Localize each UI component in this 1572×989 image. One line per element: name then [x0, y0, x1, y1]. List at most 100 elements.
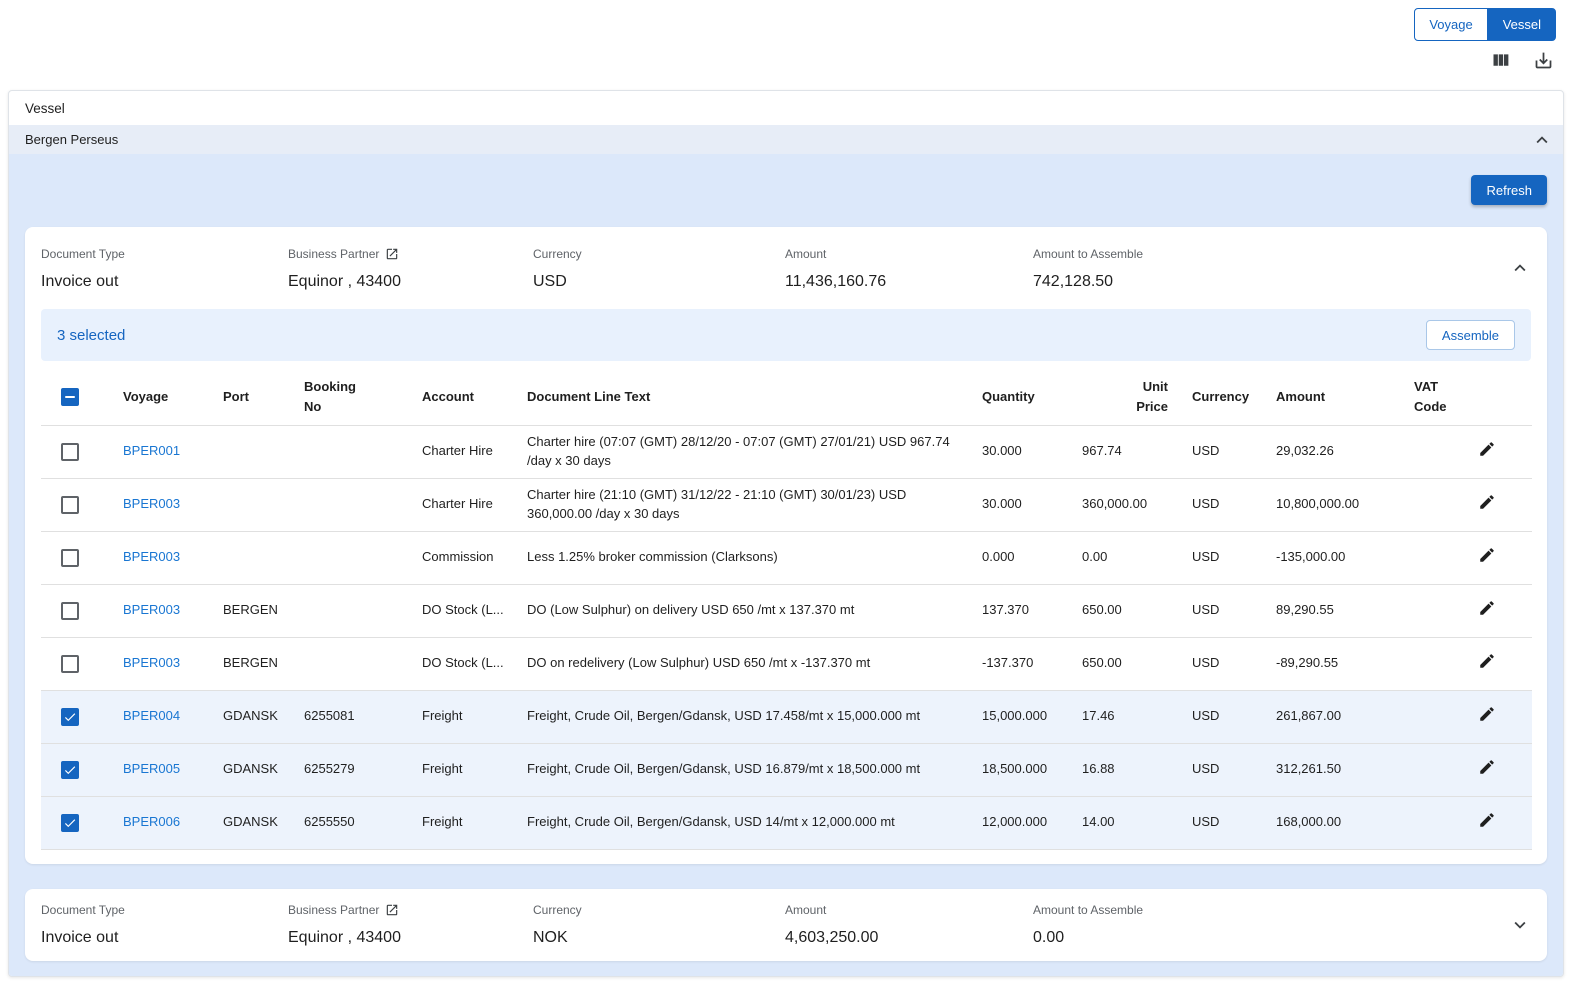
voyage-link[interactable]: BPER001 [123, 443, 180, 458]
unit-price-cell: 14.00 [1070, 796, 1180, 849]
document-type-value: Invoice out [41, 929, 288, 947]
document-line-text-cell: Freight, Crude Oil, Bergen/Gdansk, USD 1… [515, 690, 970, 743]
amount-cell: 312,261.50 [1264, 743, 1402, 796]
chevron-up-icon[interactable] [1531, 129, 1553, 151]
row-checkbox[interactable] [61, 708, 79, 726]
vat-code-cell [1402, 478, 1472, 531]
amount-to-assemble-value: 742,128.50 [1033, 273, 1531, 291]
voyage-link[interactable]: BPER003 [123, 602, 180, 617]
currency-value: NOK [533, 929, 785, 947]
quantity-cell: 30.000 [970, 478, 1070, 531]
document-card-nok: Document Type Invoice out Business Partn… [25, 889, 1547, 961]
business-partner-value: Equinor , 43400 [288, 929, 533, 947]
booking-no-cell [292, 584, 410, 637]
selection-bar: 3 selected Assemble [41, 309, 1531, 361]
quantity-cell: 12,000.000 [970, 796, 1070, 849]
edit-icon[interactable] [1478, 493, 1496, 511]
col-booking-no: Booking No [292, 369, 410, 425]
vessel-panel: Vessel Bergen Perseus Refresh Document T… [8, 90, 1564, 977]
account-cell: Commission [410, 531, 515, 584]
voyage-link[interactable]: BPER004 [123, 708, 180, 723]
voyage-link[interactable]: BPER003 [123, 496, 180, 511]
col-port: Port [211, 369, 292, 425]
vessel-name: Bergen Perseus [25, 132, 118, 147]
expand-document-chevron-down-icon[interactable] [1509, 914, 1531, 936]
currency-cell: USD [1180, 690, 1264, 743]
document-summary: Document Type Invoice out Business Partn… [41, 227, 1531, 309]
view-toggle-group: Voyage Vessel [1414, 8, 1556, 41]
assemble-button[interactable]: Assemble [1426, 320, 1515, 350]
table-row: BPER006 GDANSK 6255550 Freight Freight, … [41, 796, 1532, 849]
booking-no-cell [292, 478, 410, 531]
port-cell [211, 531, 292, 584]
currency-cell: USD [1180, 425, 1264, 478]
table-row: BPER003 BERGEN DO Stock (L... DO on rede… [41, 637, 1532, 690]
amount-label: Amount [785, 247, 1033, 261]
port-cell [211, 478, 292, 531]
document-line-text-cell: Less 1.25% broker commission (Clarksons) [515, 531, 970, 584]
port-cell: GDANSK [211, 690, 292, 743]
table-row: BPER003 Commission Less 1.25% broker com… [41, 531, 1532, 584]
open-in-new-icon[interactable] [385, 903, 399, 917]
edit-icon[interactable] [1478, 705, 1496, 723]
vat-code-cell [1402, 690, 1472, 743]
edit-icon[interactable] [1478, 811, 1496, 829]
table-toolbar [1490, 50, 1554, 71]
col-unit-price: Unit Price [1070, 369, 1180, 425]
row-checkbox[interactable] [61, 761, 79, 779]
voyage-link[interactable]: BPER005 [123, 761, 180, 776]
panel-title: Vessel [9, 91, 1563, 125]
booking-no-cell [292, 637, 410, 690]
account-cell: DO Stock (L... [410, 637, 515, 690]
amount-value: 11,436,160.76 [785, 273, 1033, 291]
quantity-cell: -137.370 [970, 637, 1070, 690]
row-checkbox[interactable] [61, 549, 79, 567]
table-header-row: Voyage Port Booking No Account Document … [41, 369, 1532, 425]
amount-cell: 261,867.00 [1264, 690, 1402, 743]
account-cell: Freight [410, 690, 515, 743]
vessel-accordion-header[interactable]: Bergen Perseus [9, 125, 1563, 154]
quantity-cell: 30.000 [970, 425, 1070, 478]
col-currency: Currency [1180, 369, 1264, 425]
document-summary: Document Type Invoice out Business Partn… [41, 889, 1531, 961]
edit-icon[interactable] [1478, 546, 1496, 564]
amount-to-assemble-label: Amount to Assemble [1033, 903, 1531, 917]
document-line-text-cell: Charter hire (07:07 (GMT) 28/12/20 - 07:… [515, 425, 970, 478]
vessel-toggle-button[interactable]: Vessel [1488, 8, 1556, 41]
document-line-text-cell: Freight, Crude Oil, Bergen/Gdansk, USD 1… [515, 796, 970, 849]
columns-icon[interactable] [1490, 50, 1511, 71]
amount-cell: -89,290.55 [1264, 637, 1402, 690]
business-partner-label: Business Partner [288, 903, 379, 917]
download-icon[interactable] [1533, 50, 1554, 71]
voyage-link[interactable]: BPER003 [123, 655, 180, 670]
col-document-line-text: Document Line Text [515, 369, 970, 425]
collapse-document-chevron-up-icon[interactable] [1509, 257, 1531, 279]
row-checkbox[interactable] [61, 655, 79, 673]
open-in-new-icon[interactable] [385, 247, 399, 261]
voyage-toggle-button[interactable]: Voyage [1414, 8, 1487, 41]
port-cell: GDANSK [211, 796, 292, 849]
refresh-button[interactable]: Refresh [1471, 175, 1547, 205]
document-line-text-cell: Charter hire (21:10 (GMT) 31/12/22 - 21:… [515, 478, 970, 531]
row-checkbox[interactable] [61, 602, 79, 620]
currency-cell: USD [1180, 478, 1264, 531]
select-all-checkbox[interactable] [61, 388, 79, 406]
row-checkbox[interactable] [61, 496, 79, 514]
account-cell: DO Stock (L... [410, 584, 515, 637]
edit-icon[interactable] [1478, 652, 1496, 670]
edit-icon[interactable] [1478, 758, 1496, 776]
voyage-link[interactable]: BPER006 [123, 814, 180, 829]
edit-icon[interactable] [1478, 440, 1496, 458]
booking-no-cell [292, 425, 410, 478]
edit-icon[interactable] [1478, 599, 1496, 617]
document-line-text-cell: Freight, Crude Oil, Bergen/Gdansk, USD 1… [515, 743, 970, 796]
booking-no-cell: 6255550 [292, 796, 410, 849]
row-checkbox[interactable] [61, 814, 79, 832]
document-type-label: Document Type [41, 903, 288, 917]
vat-code-cell [1402, 637, 1472, 690]
amount-cell: 10,800,000.00 [1264, 478, 1402, 531]
row-checkbox[interactable] [61, 443, 79, 461]
voyage-link[interactable]: BPER003 [123, 549, 180, 564]
booking-no-cell: 6255081 [292, 690, 410, 743]
document-line-text-cell: DO on redelivery (Low Sulphur) USD 650 /… [515, 637, 970, 690]
